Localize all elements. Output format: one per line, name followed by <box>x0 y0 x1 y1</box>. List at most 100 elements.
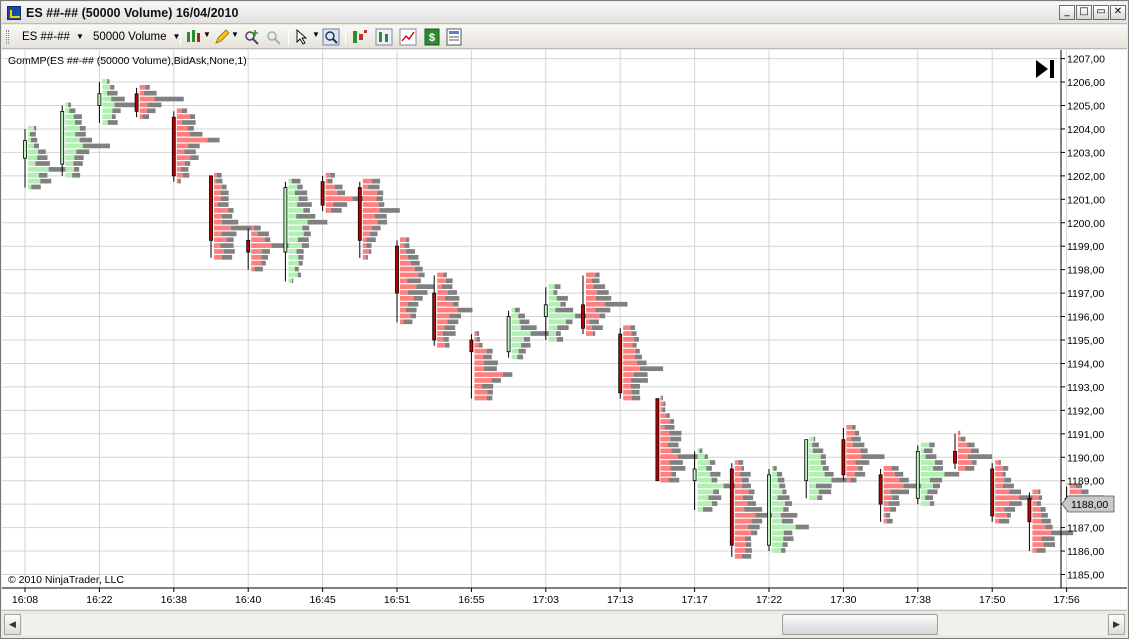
price-tick-label: 1189,00 <box>1067 476 1104 488</box>
profile-bid-bar <box>660 442 669 448</box>
drawing-pencil-icon[interactable] <box>213 28 231 46</box>
profile-ask-bar <box>634 354 642 360</box>
candle[interactable] <box>953 430 993 471</box>
candle[interactable] <box>804 436 854 501</box>
profile-ask-bar <box>899 477 909 483</box>
profile-bid-bar <box>65 155 75 160</box>
candle[interactable] <box>692 448 736 512</box>
candle[interactable] <box>395 237 435 325</box>
horizontal-scrollbar[interactable]: ◀ ▶ <box>2 610 1127 637</box>
profile-bid-bar <box>288 196 299 202</box>
candle[interactable] <box>134 84 184 119</box>
profile-bid-bar <box>548 307 556 313</box>
profile-bid-bar <box>958 460 972 465</box>
scroll-left-icon[interactable]: ◀ <box>4 614 21 635</box>
scroll-track[interactable] <box>22 614 1107 635</box>
strategy-icon[interactable] <box>375 28 393 46</box>
price-tick-label: 1201,00 <box>1067 194 1105 206</box>
profile-ask-bar <box>671 448 681 454</box>
profile-ask-bar <box>861 454 885 459</box>
profile-bid-bar <box>65 108 70 114</box>
profile-ask-bar <box>523 337 530 342</box>
zoom-out-icon[interactable] <box>265 28 283 46</box>
indicators-icon[interactable] <box>399 28 417 46</box>
profile-bid-bar <box>362 196 377 202</box>
time-axis[interactable]: 16:08 16:22 16:38 16:40 16:45 16:51 16:55 17:03… <box>12 588 1080 606</box>
profile-ask-bar <box>291 278 294 284</box>
scroll-to-end-icon[interactable] <box>1036 60 1054 78</box>
profile-bid-bar <box>846 454 862 459</box>
chart-panel[interactable]: 1185,00 1186,00 1187,00 1188,00 1189,00 1190,… <box>2 50 1127 609</box>
profile-ask-bar <box>944 471 960 477</box>
minimize-icon[interactable]: _ <box>1059 5 1075 20</box>
profile-ask-bar <box>860 448 868 454</box>
maximize-icon[interactable]: □ <box>1076 5 1092 20</box>
chevron-down-icon[interactable]: ▼ <box>203 30 211 39</box>
profile-bid-bar <box>920 489 928 495</box>
profile-ask-bar <box>418 272 425 278</box>
chevron-down-icon[interactable]: ▼ <box>312 30 320 39</box>
profile-bid-bar <box>139 108 147 114</box>
period-selector[interactable]: 50000 Volume ▼ <box>89 28 180 46</box>
restore-icon[interactable]: ▭ <box>1093 5 1109 20</box>
profile-ask-bar <box>518 348 526 354</box>
orders-icon[interactable] <box>351 28 369 46</box>
candle[interactable] <box>97 79 137 125</box>
profile-ask-bar <box>487 389 493 395</box>
time-tick-label: 16:51 <box>384 594 410 606</box>
profile-ask-bar <box>745 548 752 553</box>
profile-bid-bar <box>1032 530 1052 536</box>
profile-ask-bar <box>30 137 38 143</box>
candle-body <box>915 450 920 499</box>
candle[interactable] <box>767 466 809 553</box>
candle[interactable] <box>655 395 705 483</box>
profile-bid-bar <box>288 237 298 243</box>
profile-ask-bar <box>888 501 900 506</box>
toolbar-grip[interactable] <box>6 30 9 44</box>
profile-bid-bar <box>176 114 190 119</box>
candle[interactable] <box>469 331 513 401</box>
profile-bid-bar <box>772 477 778 483</box>
profile-bid-bar <box>995 477 1005 483</box>
candle[interactable] <box>171 108 220 184</box>
profile-ask-bar <box>998 518 1010 524</box>
profile-bid-bar <box>28 137 31 143</box>
chevron-down-icon[interactable]: ▼ <box>231 30 239 39</box>
close-icon[interactable]: ✕ <box>1110 5 1126 20</box>
scroll-thumb[interactable] <box>782 614 938 635</box>
profile-bid-bar <box>102 79 108 84</box>
profile-bid-bar <box>437 325 445 331</box>
profile-ask-bar <box>1041 518 1051 524</box>
candle[interactable] <box>432 272 473 348</box>
candle[interactable] <box>60 102 110 178</box>
candle-body <box>990 468 995 517</box>
candle[interactable] <box>357 178 400 260</box>
zoom-in-icon[interactable] <box>243 28 261 46</box>
candle[interactable] <box>915 442 960 506</box>
profile-bid-bar <box>102 96 112 102</box>
profile-bid-bar <box>734 483 742 489</box>
profile-ask-bar <box>592 331 596 336</box>
profile-ask-bar <box>663 401 666 407</box>
magnifier-icon[interactable] <box>322 28 340 46</box>
cursor-pointer-icon[interactable] <box>293 28 311 46</box>
scroll-right-icon[interactable]: ▶ <box>1108 614 1125 635</box>
price-chart[interactable]: 1185,00 1186,00 1187,00 1188,00 1189,00 1190,… <box>2 50 1127 609</box>
profile-bid-bar <box>102 102 115 108</box>
instrument-selector[interactable]: ES ##-## ▼ <box>18 28 84 46</box>
profile-ask-bar <box>777 495 790 501</box>
profile-ask-bar <box>1009 501 1022 506</box>
profile-bid-bar <box>772 536 784 542</box>
chart-style-icon[interactable] <box>185 28 203 46</box>
properties-icon[interactable] <box>445 28 463 46</box>
profile-ask-bar <box>852 442 865 448</box>
title-bar[interactable]: ES ##-## (50000 Volume) 16/04/2010 _ □ ▭… <box>2 2 1127 24</box>
profile-ask-bar <box>781 518 794 524</box>
dollar-icon[interactable]: $ <box>423 28 441 46</box>
profile-ask-bar <box>107 120 118 125</box>
candle[interactable] <box>618 325 664 401</box>
profile-ask-bar <box>854 471 866 477</box>
profile-ask-bar <box>303 208 310 213</box>
profile-ask-bar <box>670 436 682 442</box>
profile-bid-bar <box>734 512 756 518</box>
